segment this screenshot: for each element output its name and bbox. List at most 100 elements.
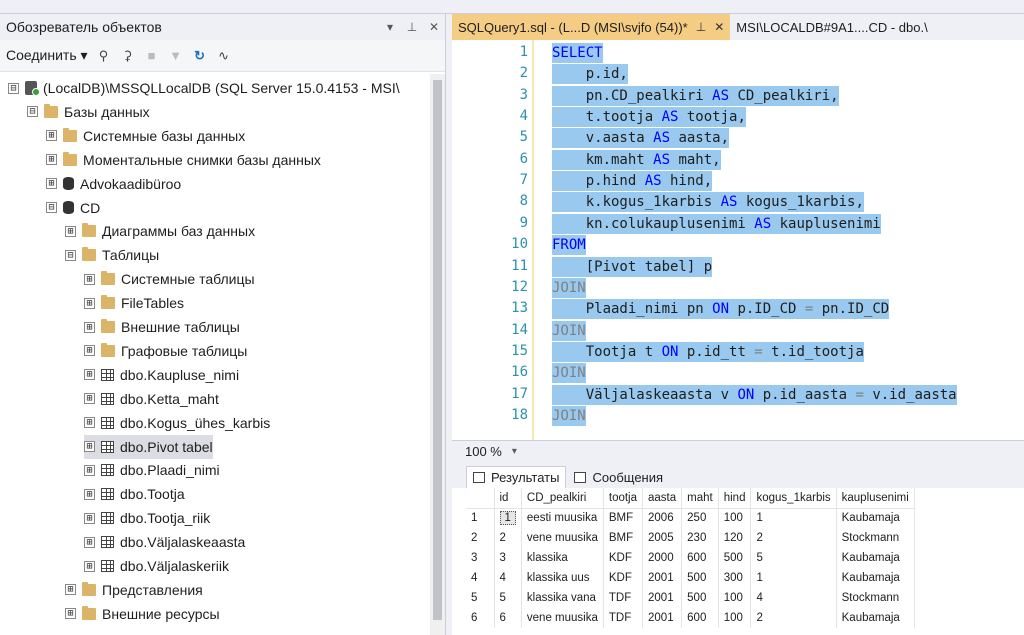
collapse-icon[interactable]: ⊟ <box>27 106 38 118</box>
table-cell[interactable]: 2 <box>750 528 837 548</box>
table-cell[interactable]: 100 <box>718 588 752 608</box>
row-number[interactable]: 1 <box>466 508 495 528</box>
table-cell[interactable]: 500 <box>681 568 719 588</box>
tree-node[interactable]: ⊞ Внешние ресурсы <box>65 602 220 626</box>
table-cell[interactable]: klassika uus <box>521 568 604 588</box>
expand-icon[interactable]: ⊞ <box>46 154 57 166</box>
row-number[interactable]: 5 <box>466 588 495 608</box>
collapse-icon[interactable]: ⊟ <box>46 202 57 213</box>
tree-node[interactable]: ⊟ (LocalDB)\MSSQLLocalDB (SQL Server 15.0… <box>8 76 400 100</box>
expand-icon[interactable]: ⊞ <box>46 178 57 190</box>
code-line[interactable]: p.id, <box>552 64 628 85</box>
table-cell[interactable]: KDF <box>603 548 644 568</box>
table-cell[interactable]: 2 <box>750 608 837 628</box>
expand-icon[interactable]: ⊞ <box>65 584 76 596</box>
table-cell[interactable]: TDF <box>603 608 644 628</box>
table-cell[interactable]: klassika vana <box>521 588 604 608</box>
code-line[interactable]: v.aasta AS aasta, <box>552 128 730 149</box>
dropdown-icon[interactable]: ▾ <box>379 20 401 34</box>
sql-code-editor[interactable]: 1 2 3 4 5 6 7 8 9 10 11 12 13 14 15 16 17 18 SELECT p.id, … <box>452 40 1024 440</box>
table-cell[interactable]: 2006 <box>642 508 683 528</box>
table-row[interactable]: 6 6 vene muusika TDF 2001 600 100 2 Kaubamaja <box>466 608 915 628</box>
pin-icon[interactable]: ⊥ <box>401 20 423 34</box>
expand-icon[interactable]: ⊞ <box>84 512 95 524</box>
tree-node[interactable]: ⊞ dbo.Ketta_maht <box>84 387 219 411</box>
table-cell[interactable]: 600 <box>681 608 719 628</box>
code-line[interactable]: [Pivot tabel] p <box>552 256 713 277</box>
code-line[interactable]: Plaadi_nimi pn ON p.ID_CD = pn.ID_CD <box>552 299 890 320</box>
table-cell[interactable]: Kaubamaja <box>836 568 915 588</box>
tab-table-designer[interactable]: MSI\LOCALDB#9A1....CD - dbo.\ <box>730 14 934 40</box>
table-cell[interactable]: BMF <box>603 528 644 548</box>
tree-node[interactable]: ⊞ dbo.Plaadi_nimi <box>84 458 220 482</box>
table-cell[interactable]: vene muusika <box>521 608 604 628</box>
filter-icon[interactable]: ▼ <box>168 48 184 63</box>
table-cell[interactable]: Stockmann <box>836 588 915 608</box>
column-header[interactable]: maht <box>681 488 719 509</box>
tree-node[interactable]: ⊟ Таблицы <box>65 243 159 267</box>
expand-icon[interactable]: ⊞ <box>84 441 95 452</box>
expand-icon[interactable]: ⊞ <box>84 393 95 405</box>
table-cell[interactable]: 2005 <box>642 528 683 548</box>
expand-icon[interactable]: ⊞ <box>84 345 95 357</box>
collapse-icon[interactable]: ⊟ <box>8 82 19 94</box>
expand-icon[interactable]: ⊞ <box>84 369 95 381</box>
table-cell[interactable]: KDF <box>603 568 644 588</box>
row-header-corner[interactable] <box>466 488 495 509</box>
table-cell[interactable]: Stockmann <box>836 528 915 548</box>
tree-node[interactable]: ⊞ dbo.Tootja_riik <box>84 506 210 530</box>
table-cell[interactable]: 120 <box>718 528 752 548</box>
tab-sqlquery1[interactable]: SQLQuery1.sql - (L...D (MSI\svjfo (54))*… <box>452 14 731 40</box>
column-header[interactable]: hind <box>718 488 752 509</box>
tab-messages[interactable]: Сообщения <box>568 466 670 488</box>
code-line[interactable]: JOIN <box>552 405 586 426</box>
tree-node[interactable]: ⊞ Advokaadibüroo <box>46 172 181 196</box>
code-line[interactable]: kn.colukauplusenimi AS kauplusenimi <box>552 213 881 234</box>
table-cell[interactable]: 3 <box>494 548 522 568</box>
code-line[interactable]: pn.CD_pealkiri AS CD_pealkiri, <box>552 85 839 106</box>
table-cell[interactable]: 230 <box>681 528 719 548</box>
table-row[interactable]: 3 3 klassika KDF 2000 600 500 5 Kaubamaja <box>466 548 915 568</box>
table-cell[interactable]: 100 <box>718 608 752 628</box>
close-icon[interactable]: ✕ <box>423 20 445 34</box>
column-header[interactable]: tootja <box>603 488 644 509</box>
expand-icon[interactable]: ⊞ <box>84 273 95 285</box>
table-row[interactable]: 5 5 klassika vana TDF 2001 500 100 4 Stockmann <box>466 588 915 608</box>
table-cell[interactable]: Kaubamaja <box>836 548 915 568</box>
expand-icon[interactable]: ⊞ <box>65 608 76 620</box>
table-cell[interactable]: TDF <box>603 588 644 608</box>
table-cell[interactable]: 2001 <box>642 568 683 588</box>
table-cell[interactable]: klassika <box>521 548 604 568</box>
tree-node[interactable]: ⊞ Диаграммы баз данных <box>65 219 255 243</box>
table-cell[interactable]: 600 <box>681 548 719 568</box>
table-cell[interactable]: 5 <box>750 548 837 568</box>
table-cell[interactable]: vene muusika <box>521 528 604 548</box>
tree-node[interactable]: ⊞ Системные базы данных <box>46 124 245 148</box>
tree-node[interactable]: ⊞ dbo.Väljalaskeaasta <box>84 530 245 554</box>
tree-node[interactable]: ⊞ FileTables <box>84 291 184 315</box>
table-cell[interactable]: 2001 <box>642 608 683 628</box>
code-line[interactable]: km.maht AS maht, <box>552 149 721 170</box>
tree-node[interactable]: ⊞ Моментальные снимки базы данных <box>46 148 321 172</box>
table-cell[interactable]: 2000 <box>642 548 683 568</box>
code-line[interactable]: FROM <box>552 235 586 256</box>
table-cell[interactable]: 100 <box>718 508 752 528</box>
tree-node[interactable]: ⊞ dbo.Pivot tabel <box>84 434 213 459</box>
collapse-icon[interactable]: ⊟ <box>65 249 76 261</box>
tree-node[interactable]: ⊞ Внешние таблицы <box>84 315 240 339</box>
refresh-icon[interactable]: ↻ <box>192 48 208 64</box>
table-cell[interactable]: 4 <box>750 588 837 608</box>
code-line[interactable]: Väljalaskeaasta v ON p.id_aasta = v.id_a… <box>552 384 957 405</box>
table-cell[interactable]: BMF <box>603 508 644 528</box>
expand-icon[interactable]: ⊞ <box>65 225 76 237</box>
connect-plug-icon[interactable]: ⚲ <box>96 48 112 64</box>
tree-node[interactable]: ⊞ dbo.Kogus_ühes_karbis <box>84 411 270 435</box>
row-number[interactable]: 2 <box>466 528 495 548</box>
activity-monitor-icon[interactable]: ∿ <box>216 48 232 64</box>
row-number[interactable]: 6 <box>466 608 495 628</box>
close-icon[interactable]: ✕ <box>714 20 724 34</box>
row-number[interactable]: 4 <box>466 568 495 588</box>
table-cell[interactable]: 1 <box>494 508 522 528</box>
table-cell[interactable]: 300 <box>718 568 752 588</box>
table-cell[interactable]: 5 <box>494 588 522 608</box>
